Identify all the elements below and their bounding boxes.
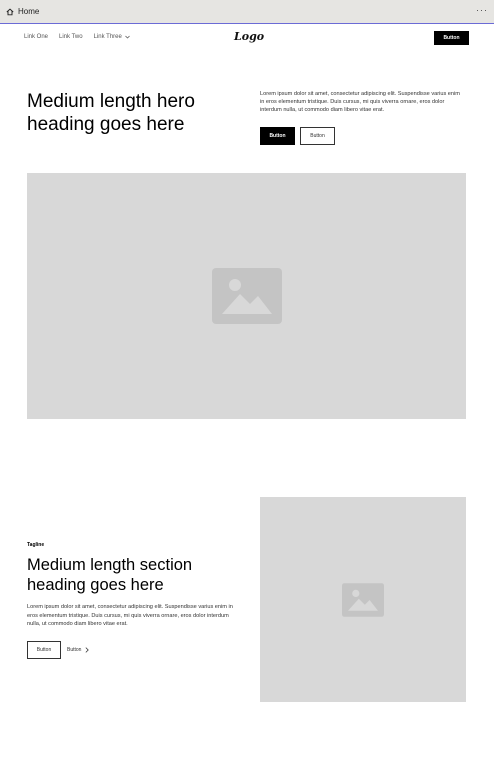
section-link-button[interactable]: Button (67, 644, 90, 656)
section-heading: Medium length section heading goes here (27, 556, 193, 594)
section-outline-button[interactable]: Button (27, 641, 61, 659)
home-icon (6, 8, 14, 15)
section-link-button-label: Button (67, 647, 82, 653)
hero-body: Lorem ipsum dolor sit amet, consectetur … (260, 91, 460, 113)
image-placeholder-icon (342, 582, 384, 617)
image-placeholder-icon (211, 268, 282, 324)
navbar: Link One Link Two Link Three Logo Button (0, 24, 494, 52)
home-tab[interactable]: Home (6, 7, 39, 16)
nav-link-three-label: Link Three (93, 34, 122, 40)
nav-button[interactable]: Button (434, 31, 469, 45)
logo[interactable]: Logo (234, 30, 264, 43)
section-tagline: Tagline (27, 542, 45, 548)
home-tab-label: Home (18, 7, 40, 16)
nav-link-three[interactable]: Link Three (94, 34, 130, 40)
section-body: Lorem ipsum dolor sit amet, consectetur … (27, 604, 233, 627)
hero-heading: Medium length hero heading goes here (27, 91, 195, 135)
hero-primary-button[interactable]: Button (260, 127, 295, 145)
nav-links: Link One Link Two Link Three (24, 34, 130, 40)
browser-top-bar: Home ··· (0, 0, 494, 24)
more-options-icon[interactable]: ··· (476, 5, 488, 15)
hero-secondary-button[interactable]: Button (300, 127, 335, 145)
nav-link-one[interactable]: Link One (24, 34, 48, 40)
chevron-down-icon (125, 35, 130, 39)
hero-image-placeholder (27, 173, 466, 419)
chevron-right-icon (85, 647, 90, 653)
nav-link-two[interactable]: Link Two (59, 34, 83, 40)
section-image-placeholder (260, 497, 466, 702)
